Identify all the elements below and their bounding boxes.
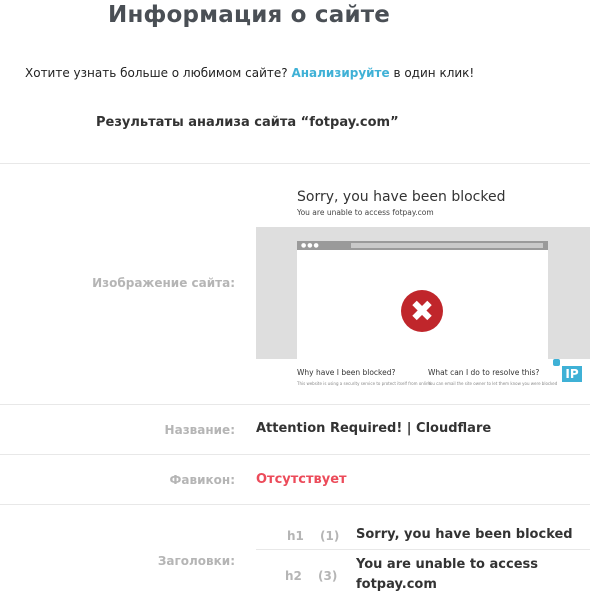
favicon-label: Фавикон: [169, 473, 235, 487]
thumb-title: Sorry, you have been blocked [297, 189, 506, 205]
intro-before: Хотите узнать больше о любимом сайте? [25, 66, 292, 80]
page-title: Информация о сайте [108, 2, 391, 28]
name-label: Название: [164, 423, 235, 437]
heading-separator [256, 549, 590, 550]
heading-tag: h2 [285, 569, 302, 583]
divider [0, 504, 590, 505]
thumb-why-title: Why have I been blocked? [297, 368, 396, 377]
thumb-subtitle: You are unable to access fotpay.com [297, 208, 434, 217]
name-value: Attention Required! | Cloudflare [256, 421, 492, 436]
heading-text: Sorry, you have been blocked [356, 527, 573, 542]
divider [0, 454, 590, 455]
heading-count: (3) [318, 569, 338, 583]
intro-text: Хотите узнать больше о любимом сайте? Ан… [25, 66, 474, 80]
ip-dot-icon [553, 359, 560, 366]
analyze-link[interactable]: Анализируйте [291, 66, 389, 80]
thumb-browser-dots: ●●● [301, 242, 320, 249]
intro-after: в один клик! [389, 66, 475, 80]
results-title: Результаты анализа сайта “fotpay.com” [96, 115, 399, 130]
divider [0, 404, 590, 405]
headings-label: Заголовки: [157, 554, 235, 568]
divider [0, 163, 590, 164]
heading-tag: h1 [287, 529, 304, 543]
heading-text: You are unable to access fotpay.com [356, 557, 538, 592]
thumb-why-body: This website is using a security service… [297, 381, 432, 386]
thumb-browser-url [351, 243, 543, 248]
screenshot-label: Изображение сайта: [92, 276, 235, 290]
heading-count: (1) [320, 529, 340, 543]
thumb-what-title: What can I do to resolve this? [428, 368, 540, 377]
site-screenshot: Sorry, you have been blocked You are una… [256, 180, 590, 392]
favicon-value: Отсутствует [256, 472, 347, 487]
ip-badge[interactable]: IP [562, 366, 582, 382]
thumb-what-body: You can email the site owner to let them… [428, 381, 558, 386]
close-icon: ✖ [409, 294, 435, 328]
